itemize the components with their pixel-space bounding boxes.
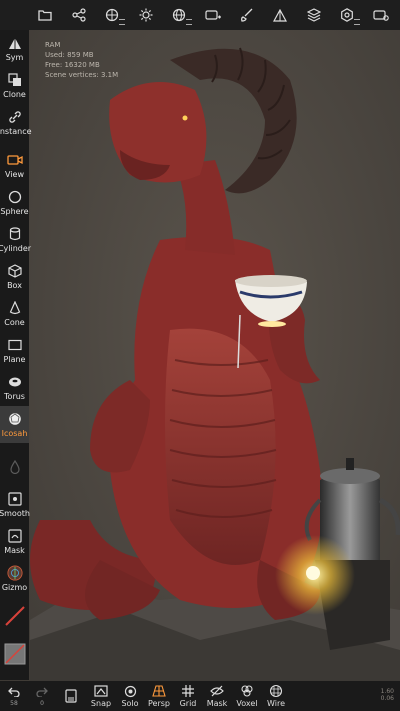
redo-button[interactable]: 0 (28, 681, 56, 711)
mask-icon (7, 528, 23, 544)
toggle-mask[interactable]: Mask (202, 681, 232, 711)
toggle-label: Wire (267, 699, 285, 708)
toggle-label: Grid (179, 699, 197, 708)
tool-label: Clone (3, 90, 26, 99)
tool-label: Sphere (0, 207, 29, 216)
ram-used: Used: 859 MB (45, 51, 94, 59)
tool-label: Mask (4, 546, 25, 555)
tool-instance[interactable]: Instance (0, 104, 32, 141)
toggle-grid[interactable]: Grid (174, 681, 202, 711)
grid-icon (182, 684, 194, 698)
top-toolbar (0, 0, 400, 30)
undo-button[interactable]: 58 (0, 681, 28, 711)
torus-icon (7, 374, 23, 390)
plane-icon (7, 337, 23, 353)
toggle-label: Voxel (236, 699, 258, 708)
stroke-color-icon[interactable] (2, 603, 28, 629)
globe-icon[interactable] (168, 4, 193, 26)
video-camera-icon (6, 152, 23, 168)
solo-icon (124, 684, 137, 698)
cube-icon (7, 263, 23, 279)
scene-vertices: Scene vertices: 3.1M (45, 71, 119, 79)
toggle-label: Mask (206, 699, 228, 708)
cylinder-icon (7, 226, 23, 242)
toggle-persp[interactable]: Persp (144, 681, 174, 711)
perspective-icon (152, 684, 166, 698)
material-swatch-icon[interactable] (2, 641, 28, 667)
tool-icosahedron[interactable]: Icosah (0, 406, 29, 443)
undo-icon (8, 685, 20, 699)
gizmo-icon (6, 565, 23, 581)
tool-view[interactable]: View (0, 147, 29, 184)
tool-label: Instance (0, 127, 32, 136)
drop-icon (7, 459, 23, 475)
toggle-label: Solo (121, 699, 139, 708)
tool-label: View (5, 170, 24, 179)
folder-icon[interactable] (34, 4, 56, 26)
tool-sym[interactable]: Sym (0, 30, 29, 67)
tool-label: Plane (3, 355, 26, 364)
tool-plane[interactable]: Plane (0, 332, 29, 369)
tool-torus[interactable]: Torus (0, 369, 29, 406)
sun-icon[interactable] (135, 4, 157, 26)
tool-gizmo[interactable]: Gizmo (0, 560, 29, 597)
file-menu-button[interactable] (56, 681, 86, 711)
version-readout: 1.60 0.06 (381, 688, 394, 702)
3d-viewport[interactable] (0, 0, 400, 711)
link-icon (7, 109, 23, 125)
symmetry-icon (7, 35, 23, 51)
tool-sphere[interactable]: Sphere (0, 184, 29, 221)
wireframe-icon (269, 684, 283, 698)
dragon-sculpt-render (30, 47, 400, 681)
version-line-2: 0.06 (380, 695, 394, 702)
bottom-toolbar: 58 0 Snap Solo Persp Grid Mask Voxel Wir… (0, 681, 400, 711)
tool-clone[interactable]: Clone (0, 67, 29, 104)
voxel-icon (240, 684, 254, 698)
tool-label: Cone (4, 318, 25, 327)
icosahedron-icon (7, 411, 23, 427)
toggle-voxel[interactable]: Voxel (232, 681, 262, 711)
toggle-label: Snap (90, 699, 112, 708)
scene-graph-icon[interactable] (68, 4, 90, 26)
redo-count: 0 (40, 700, 44, 707)
ram-label: RAM (45, 41, 61, 49)
toggle-label: Persp (148, 699, 170, 708)
tool-label: Sym (5, 53, 24, 62)
tool-label: Cylinder (0, 244, 32, 253)
toggle-solo[interactable]: Solo (116, 681, 144, 711)
tool-box[interactable]: Box (0, 258, 29, 295)
redo-icon (36, 685, 48, 699)
camera-settings-icon[interactable] (370, 4, 392, 26)
tool-drop[interactable] (0, 449, 29, 486)
sphere-icon (7, 189, 23, 205)
tool-smooth[interactable]: Smooth (0, 486, 30, 523)
cone-icon (7, 300, 23, 316)
tool-cone[interactable]: Cone (0, 295, 29, 332)
clone-icon (7, 72, 23, 88)
eye-slash-icon (210, 684, 224, 698)
toggle-snap[interactable]: Snap (86, 681, 116, 711)
tool-label: Box (7, 281, 22, 290)
tool-label: Icosah (1, 429, 28, 438)
undo-count: 58 (10, 700, 18, 707)
tool-label: Torus (4, 392, 25, 401)
toggle-wire[interactable]: Wire (262, 681, 290, 711)
settings-icon[interactable] (336, 4, 361, 26)
triangle-icon[interactable] (269, 4, 291, 26)
snap-icon (94, 684, 108, 698)
tool-sidebar: Sym Clone Instance View Sphere Cylinder … (0, 30, 32, 680)
camera-plus-icon[interactable] (202, 4, 224, 26)
tool-label: Gizmo (1, 583, 28, 592)
memory-stats: RAM Used: 859 MB Free: 16320 MB Scene ve… (45, 40, 118, 80)
layers-icon[interactable] (303, 4, 325, 26)
document-icon (65, 688, 77, 703)
tool-label: Smooth (0, 509, 30, 518)
tool-cylinder[interactable]: Cylinder (0, 221, 32, 258)
gizmo-settings-icon[interactable] (101, 4, 126, 26)
smooth-icon (7, 491, 23, 507)
tool-mask[interactable]: Mask (0, 523, 29, 560)
brush-icon[interactable] (236, 4, 258, 26)
ram-free: Free: 16320 MB (45, 61, 100, 69)
version-line-1: 1.60 (380, 688, 394, 695)
